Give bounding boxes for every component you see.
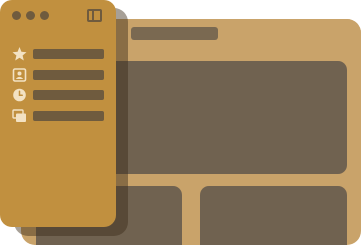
sidebar-item-history[interactable] [12, 88, 104, 102]
sidebar-item-contacts[interactable] [12, 68, 104, 82]
sidebar-item-label-placeholder [33, 49, 104, 59]
close-window-dot[interactable] [12, 11, 21, 20]
zoom-window-dot[interactable] [40, 11, 49, 20]
address-bar[interactable] [131, 27, 218, 40]
sidebar-item-favorites[interactable] [12, 47, 104, 61]
sidebar-item-windows[interactable] [12, 109, 104, 123]
contact-card-icon [12, 68, 27, 82]
content-card-right [200, 186, 347, 245]
sidebar-item-label-placeholder [33, 90, 104, 100]
sidebar-toggle-icon[interactable] [87, 9, 102, 22]
window-controls [12, 11, 49, 20]
clock-icon [13, 88, 26, 102]
star-icon [12, 47, 27, 61]
sidebar-item-label-placeholder [33, 70, 104, 80]
sidebar-panel [0, 0, 116, 227]
minimize-window-dot[interactable] [26, 11, 35, 20]
stacked-windows-icon [12, 109, 26, 122]
sidebar-item-label-placeholder [33, 111, 104, 121]
